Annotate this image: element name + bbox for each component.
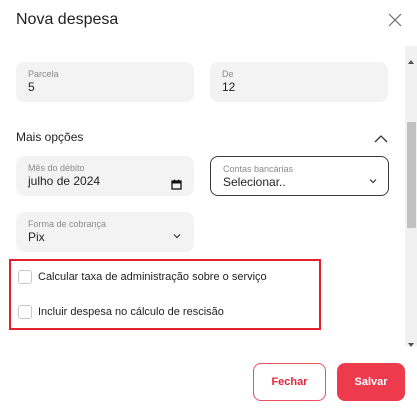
billing-method-select[interactable]: Forma de cobrança Pix	[16, 212, 194, 252]
billing-method-value: Pix	[28, 230, 45, 244]
new-expense-dialog: Nova despesa Parcela 5 De 12 Mais opções…	[0, 0, 417, 415]
billing-method-label: Forma de cobrança	[28, 219, 107, 229]
debit-month-label: Mês do débito	[28, 163, 85, 173]
more-options-title: Mais opções	[16, 130, 84, 144]
de-label: De	[222, 69, 234, 79]
de-value: 12	[222, 80, 236, 94]
termination-label: Incluir despesa no cálculo de rescisão	[38, 306, 224, 318]
debit-month-value: julho de 2024	[28, 174, 101, 188]
chevron-down-icon	[172, 228, 182, 239]
termination-checkbox[interactable]	[18, 305, 32, 319]
calendar-icon[interactable]	[171, 177, 182, 190]
parcela-field[interactable]: Parcela 5	[16, 62, 194, 102]
admin-fee-label: Calcular taxa de administração sobre o s…	[38, 271, 267, 283]
admin-fee-checkbox[interactable]	[18, 270, 32, 284]
de-field[interactable]: De 12	[210, 62, 388, 102]
scrollbar[interactable]	[405, 46, 417, 347]
bank-accounts-select[interactable]: Contas bancárias Selecionar..	[210, 156, 389, 196]
scroll-down-arrow-icon[interactable]	[408, 335, 414, 347]
save-button[interactable]: Salvar	[337, 363, 405, 401]
bank-accounts-value: Selecionar..	[223, 175, 286, 189]
bank-accounts-label: Contas bancárias	[223, 164, 294, 174]
scroll-up-arrow-icon[interactable]	[408, 52, 414, 64]
termination-checkbox-row[interactable]: Incluir despesa no cálculo de rescisão	[18, 305, 224, 319]
close-button[interactable]: Fechar	[253, 363, 326, 401]
dialog-title: Nova despesa	[16, 11, 119, 28]
scrollbar-thumb[interactable]	[407, 122, 416, 228]
debit-month-field[interactable]: Mês do débito julho de 2024	[16, 156, 194, 196]
chevron-down-icon	[368, 173, 378, 184]
admin-fee-checkbox-row[interactable]: Calcular taxa de administração sobre o s…	[18, 270, 267, 284]
parcela-value: 5	[28, 80, 35, 94]
chevron-up-icon[interactable]	[374, 131, 388, 143]
parcela-label: Parcela	[28, 69, 59, 79]
close-icon[interactable]	[388, 13, 402, 27]
